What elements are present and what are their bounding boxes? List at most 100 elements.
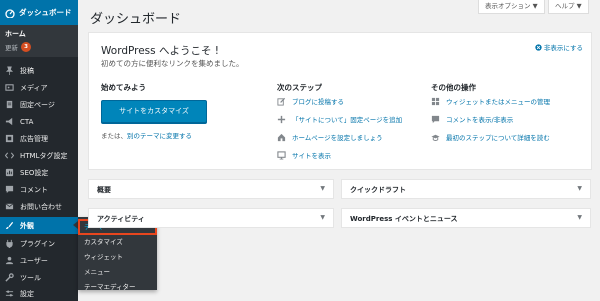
sidebar-item-label: 投稿 bbox=[20, 66, 34, 75]
action-label: ウィジェットまたはメニューの管理 bbox=[446, 98, 550, 106]
sidebar-item-plugins[interactable]: プラグイン bbox=[0, 235, 78, 252]
settings-icon bbox=[5, 290, 14, 297]
dashboard-icon bbox=[5, 8, 15, 18]
sidebar-item-users[interactable]: ユーザー bbox=[0, 252, 78, 269]
flyout-item-widgets[interactable]: ウィジェット bbox=[78, 249, 157, 265]
flyout-item-customize[interactable]: カスタマイズ bbox=[78, 234, 157, 250]
cta-icon bbox=[5, 117, 13, 126]
close-circle-icon bbox=[535, 43, 542, 51]
brush-icon bbox=[5, 221, 14, 230]
action-toggle-comments[interactable]: コメントを表示/非表示 bbox=[431, 114, 513, 124]
sidebar-item-label: ユーザー bbox=[20, 256, 48, 265]
step-label: ブログに投稿する bbox=[292, 98, 344, 106]
screen-options-button[interactable]: 表示オプション ▼ bbox=[478, 0, 545, 14]
update-count-badge: 3 bbox=[21, 42, 31, 52]
chevron-down-icon[interactable]: ▼ bbox=[320, 185, 325, 192]
grad-icon bbox=[431, 134, 440, 141]
home-icon bbox=[277, 133, 286, 141]
box-title: WordPress イベントとニュース bbox=[350, 215, 458, 223]
sidebar-item-html-tags[interactable]: HTMLタグ設定 bbox=[0, 147, 78, 164]
sidebar-item-posts[interactable]: 投稿 bbox=[0, 62, 78, 79]
sidebar-item-label: HTMLタグ設定 bbox=[20, 151, 68, 160]
next-step-homepage[interactable]: ホームページを設定しましょう bbox=[277, 132, 383, 142]
box-title: 概要 bbox=[97, 186, 111, 194]
action-manage-widgets[interactable]: ウィジェットまたはメニューの管理 bbox=[431, 96, 550, 106]
flyout-item-theme-editor[interactable]: テーマエディター bbox=[78, 279, 157, 295]
submenu-home[interactable]: ホーム bbox=[5, 29, 26, 39]
next-steps-heading: 次のステップ bbox=[277, 83, 322, 92]
chevron-down-icon[interactable]: ▼ bbox=[320, 214, 325, 221]
pin-icon bbox=[5, 66, 14, 75]
sidebar-item-label: SEO設定 bbox=[20, 168, 49, 177]
overview-box[interactable]: 概要 ▼ bbox=[88, 179, 334, 199]
more-actions-heading: その他の操作 bbox=[431, 83, 476, 92]
wrench-icon bbox=[5, 273, 14, 282]
ad-icon bbox=[5, 134, 14, 143]
page-icon bbox=[6, 100, 13, 109]
comment-icon bbox=[431, 115, 440, 123]
sidebar-item-label: 広告管理 bbox=[20, 134, 48, 143]
sidebar-item-label: ツール bbox=[20, 273, 41, 282]
plugin-icon bbox=[6, 239, 13, 248]
sidebar-item-tools[interactable]: ツール bbox=[0, 269, 78, 286]
quick-draft-box[interactable]: クイックドラフト ▼ bbox=[341, 179, 591, 199]
sidebar-item-media[interactable]: メディア bbox=[0, 79, 78, 96]
activity-box[interactable]: アクティビティ ▼ bbox=[88, 208, 334, 228]
flyout-item-menus[interactable]: メニュー bbox=[78, 264, 157, 280]
plus-icon bbox=[277, 115, 286, 123]
sidebar-item-contact[interactable]: お問い合わせ bbox=[0, 198, 78, 215]
sidebar-item-label: メディア bbox=[20, 83, 48, 92]
mail-icon bbox=[5, 203, 14, 210]
sidebar-item-cta[interactable]: CTA bbox=[0, 113, 78, 130]
dashboard-submenu: ホーム 更新 3 bbox=[0, 25, 78, 57]
step-label: 「サイトについて」固定ページを追加 bbox=[292, 116, 403, 124]
welcome-panel: WordPress へようこそ ! 初めての方に便利なリンクを集めました。 非表… bbox=[88, 32, 592, 170]
grid-icon bbox=[431, 97, 440, 105]
edit-icon bbox=[277, 97, 286, 106]
monitor-icon bbox=[277, 150, 286, 160]
seo-icon bbox=[5, 168, 14, 177]
sidebar-item-label: 設定 bbox=[20, 289, 34, 298]
help-button[interactable]: ヘルプ ▼ bbox=[548, 0, 589, 14]
sidebar-item-ads[interactable]: 広告管理 bbox=[0, 130, 78, 147]
action-learn-more[interactable]: 最初のステップについて詳細を読む bbox=[431, 132, 550, 142]
dismiss-label: 非表示にする bbox=[543, 44, 583, 52]
change-theme-link[interactable]: 別のテーマに変更する bbox=[127, 132, 192, 140]
dismiss-link[interactable]: 非表示にする bbox=[535, 42, 583, 52]
or-text: または、 bbox=[101, 132, 127, 140]
sidebar-item-label: 固定ページ bbox=[20, 100, 55, 109]
box-title: クイックドラフト bbox=[350, 186, 406, 194]
box-title: アクティビティ bbox=[97, 215, 145, 223]
page-title: ダッシュボード bbox=[90, 12, 182, 27]
step-label: ホームページを設定しましょう bbox=[292, 134, 383, 142]
sidebar-item-comments[interactable]: コメント bbox=[0, 181, 78, 198]
get-started-heading: 始めてみよう bbox=[101, 83, 146, 92]
welcome-subtitle: 初めての方に便利なリンクを集めました。 bbox=[101, 59, 244, 68]
customize-site-button[interactable]: サイトをカスタマイズ bbox=[101, 100, 207, 123]
sidebar-item-label: 外観 bbox=[20, 221, 34, 230]
step-label: サイトを表示 bbox=[292, 152, 331, 160]
events-news-box[interactable]: WordPress イベントとニュース ▼ bbox=[341, 208, 591, 228]
sidebar-item-pages[interactable]: 固定ページ bbox=[0, 96, 78, 113]
admin-sidebar: ダッシュボード ホーム 更新 3 投稿 メディア 固定ページ CTA 広告管理 … bbox=[0, 0, 78, 301]
next-step-add-about[interactable]: 「サイトについて」固定ページを追加 bbox=[277, 114, 402, 124]
sidebar-item-seo[interactable]: SEO設定 bbox=[0, 164, 78, 181]
sidebar-item-label: ダッシュボード bbox=[19, 8, 72, 17]
next-step-view-site[interactable]: サイトを表示 bbox=[277, 150, 331, 160]
action-label: 最初のステップについて詳細を読む bbox=[446, 134, 550, 142]
chevron-down-icon[interactable]: ▼ bbox=[577, 214, 582, 221]
submenu-updates[interactable]: 更新 3 bbox=[5, 42, 31, 52]
chevron-down-icon[interactable]: ▼ bbox=[577, 185, 582, 192]
next-step-write-post[interactable]: ブログに投稿する bbox=[277, 96, 344, 106]
sidebar-item-settings[interactable]: 設定 bbox=[0, 285, 78, 301]
sidebar-item-dashboard[interactable]: ダッシュボード bbox=[0, 0, 78, 25]
welcome-title: WordPress へようこそ ! bbox=[101, 45, 220, 57]
comment-icon bbox=[5, 185, 14, 194]
change-theme-line: または、別のテーマに変更する bbox=[101, 130, 192, 140]
user-icon bbox=[5, 256, 14, 265]
updates-label: 更新 bbox=[5, 44, 18, 52]
sidebar-item-label: お問い合わせ bbox=[20, 202, 62, 211]
media-icon bbox=[5, 84, 14, 91]
sidebar-item-appearance[interactable]: 外観 bbox=[0, 217, 78, 234]
sidebar-item-label: CTA bbox=[20, 117, 34, 126]
